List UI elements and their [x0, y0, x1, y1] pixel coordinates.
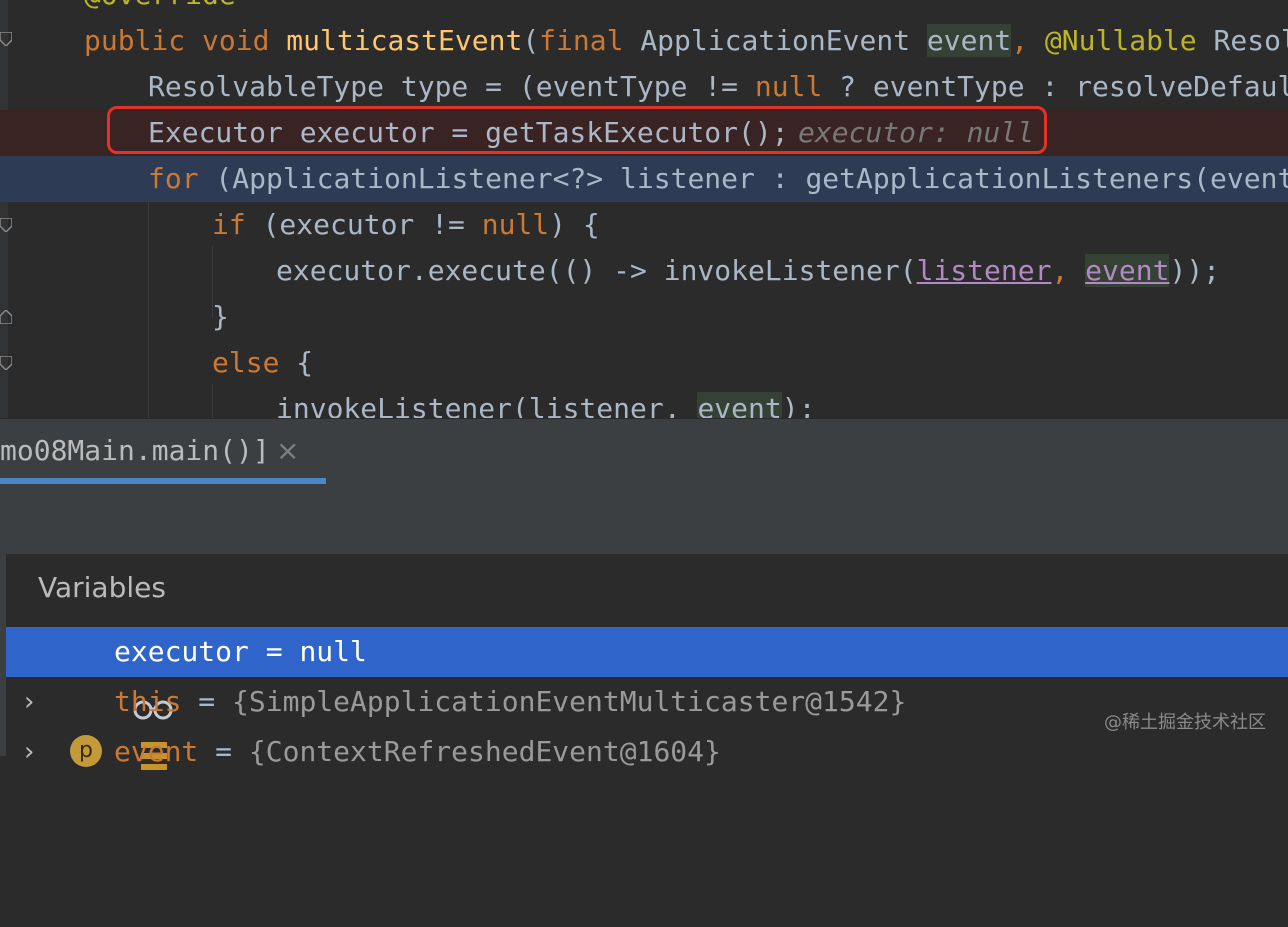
captured-variable: event [1085, 254, 1170, 287]
keyword: public void [84, 24, 287, 57]
code-line: invokeListener(listener, event); [0, 386, 1288, 418]
watermark: @稀土掘金技术社区 [1104, 712, 1266, 733]
code-editor[interactable]: @Override public void multicastEvent(fin… [0, 0, 1288, 418]
variable-value: {ContextRefreshedEvent@1604} [248, 735, 721, 768]
parameter-p-icon: p [70, 735, 102, 767]
equals-sign: = [248, 635, 300, 668]
code-line: public void multicastEvent(final Applica… [0, 18, 1288, 64]
variable-name: event [114, 735, 199, 768]
statement: ResolvableType type = (eventType != null… [148, 64, 1288, 110]
keyword: else [212, 346, 280, 379]
code-text: invokeListener(listener, [276, 392, 698, 418]
variable-name: executor [114, 635, 249, 668]
method-signature: public void multicastEvent(final Applica… [84, 18, 1288, 64]
code-text: (executor != [245, 208, 482, 241]
statement: if (executor != null) { [212, 202, 600, 248]
paren: ( [522, 24, 540, 57]
variable-value: null [299, 635, 367, 668]
param-event: event [926, 24, 1012, 57]
closing-brace: } [212, 300, 229, 333]
execution-line: for (ApplicationListener<?> listener : g… [0, 156, 1288, 202]
variable-name: this [114, 685, 182, 718]
null-keyword: null [754, 70, 823, 103]
type-name: ApplicationEvent [640, 24, 927, 57]
debug-session-tab[interactable]: mo08Main.main()] [0, 419, 270, 483]
keyword: if [212, 208, 246, 241]
comma: , [1051, 254, 1086, 287]
code-text: { [279, 346, 314, 379]
debug-toolbar [0, 486, 1288, 555]
active-tab-indicator [0, 478, 326, 484]
param-event: event [697, 392, 782, 418]
variable-expression: event = {ContextRefreshedEvent@1604} [114, 727, 721, 777]
statement: invokeListener(listener, event); [276, 386, 815, 418]
code-line: executor.execute(() -> invokeListener(li… [0, 248, 1288, 294]
debug-tab-bar: mo08Main.main()] × [0, 418, 1288, 487]
code-text: )); [1169, 254, 1221, 287]
code-line: ResolvableType type = (eventType != null… [0, 64, 1288, 110]
statement: else { [212, 340, 313, 386]
variable-row-executor[interactable]: executor = null [6, 627, 1288, 720]
equals-sign: = [198, 735, 249, 768]
comma: , [1011, 24, 1045, 57]
variables-header: Variables [38, 571, 166, 604]
statement: executor.execute(() -> invokeListener(li… [276, 248, 1220, 294]
code-line: @Override [0, 0, 1288, 18]
keyword: final [539, 24, 641, 57]
method-name: multicastEvent [286, 24, 523, 57]
variable-row-this[interactable]: › this = {SimpleApplicationEventMulticas… [6, 677, 1288, 770]
code-text: ResolvableType type = (eventType != [148, 70, 755, 103]
variable-value: {SimpleApplicationEventMulticaster@1542} [232, 685, 907, 718]
code-text: executor.execute(() -> invokeListener( [276, 254, 917, 287]
code-text: (ApplicationListener<?> listener : getAp… [198, 162, 1288, 195]
variable-row-event[interactable]: › p event = {ContextRefreshedEvent@1604} [6, 727, 1288, 777]
chevron-right-icon[interactable]: › [24, 727, 34, 777]
code-line: else { [0, 340, 1288, 386]
code-text: ) { [549, 208, 600, 241]
equals-sign: = [181, 685, 233, 718]
variable-expression: executor = null [114, 627, 367, 677]
keyword: for [148, 162, 199, 195]
highlight-annotation-box [107, 106, 1047, 154]
code-line: } [0, 294, 1288, 340]
captured-variable: listener [916, 254, 1052, 287]
close-icon[interactable]: × [276, 437, 299, 465]
statement: for (ApplicationListener<?> listener : g… [148, 156, 1288, 202]
nullable-annotation: @Nullable [1044, 24, 1197, 57]
code-line: if (executor != null) { [0, 202, 1288, 248]
code-text: ? eventType : resolveDefaultEve [839, 70, 1288, 103]
annotation-text: @Override [84, 0, 236, 18]
null-keyword: null [481, 208, 550, 241]
variable-expression: this = {SimpleApplicationEventMulticaste… [114, 677, 906, 727]
code-text: ); [781, 392, 816, 418]
type-name: ResolvableT [1213, 24, 1288, 57]
chevron-right-icon[interactable]: › [24, 677, 34, 727]
